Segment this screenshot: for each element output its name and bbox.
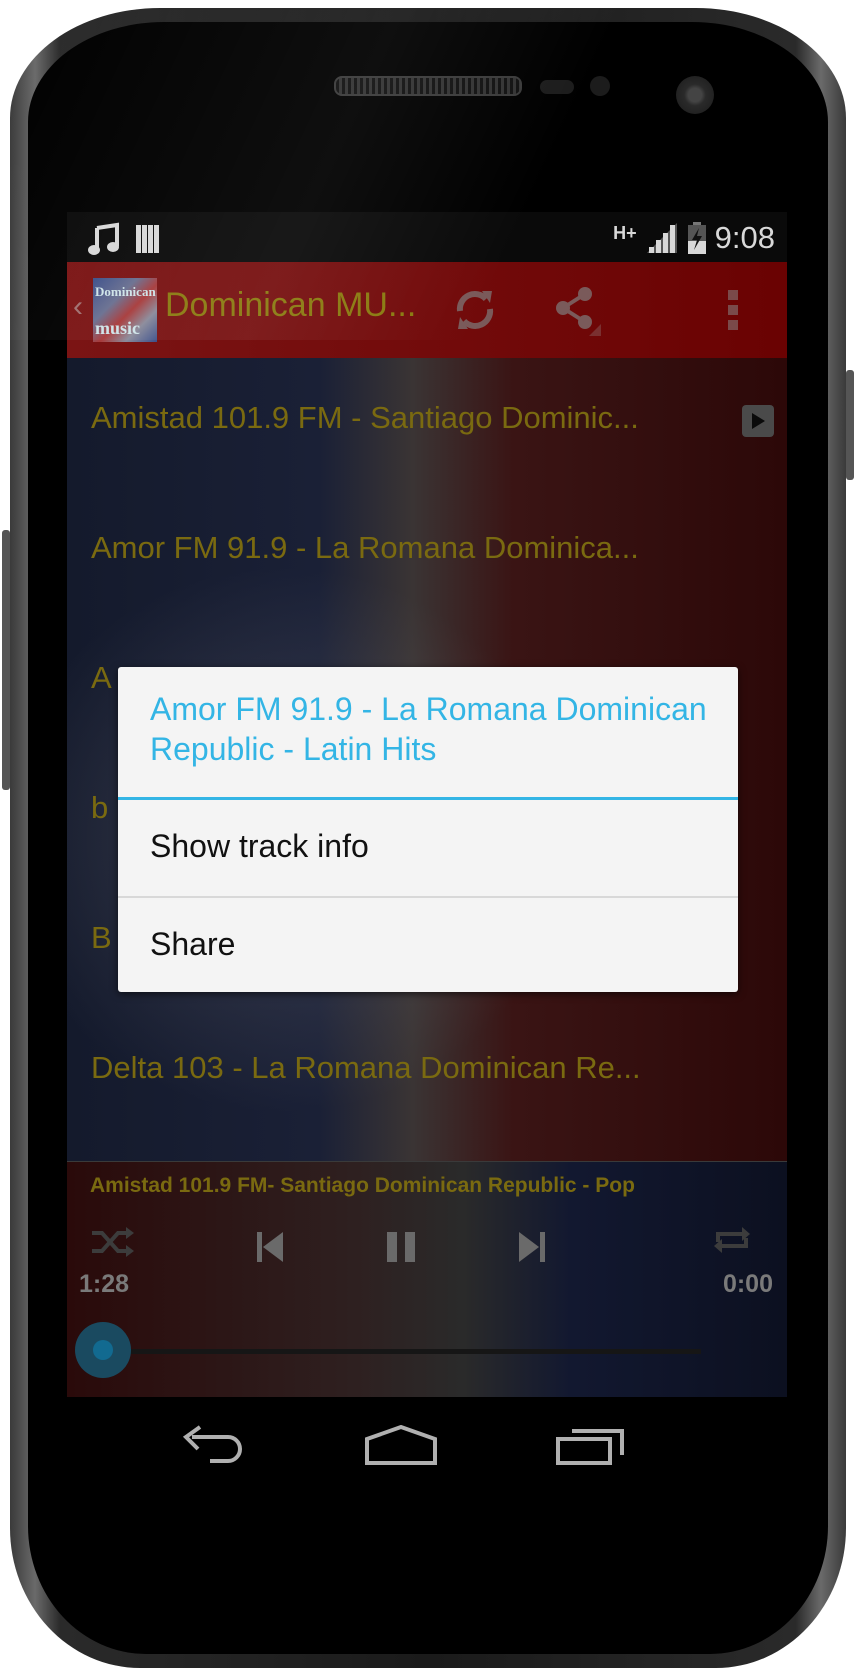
shuffle-button[interactable] bbox=[87, 1222, 137, 1262]
recent-apps-button[interactable] bbox=[551, 1419, 631, 1471]
volume-button bbox=[2, 530, 10, 790]
proximity-sensor bbox=[540, 80, 574, 94]
next-button[interactable] bbox=[509, 1224, 555, 1270]
power-button bbox=[846, 370, 854, 480]
light-sensor bbox=[590, 76, 610, 96]
station-name: Delta 103 - La Romana Dominican Re... bbox=[91, 1050, 641, 1085]
repeat-button[interactable] bbox=[707, 1220, 757, 1260]
app-logo[interactable]: Dominican music bbox=[93, 278, 157, 342]
station-name: Amor FM 91.9 - La Romana Dominica... bbox=[91, 530, 639, 565]
logo-text-bottom: music bbox=[95, 318, 140, 338]
barcode-icon bbox=[136, 225, 159, 253]
dialog-title: Amor FM 91.9 - La Romana Dominican Repub… bbox=[150, 691, 707, 767]
network-type-label: H+ bbox=[613, 222, 637, 243]
station-name: Amistad 101.9 FM - Santiago Dominic... bbox=[91, 400, 639, 435]
back-icon bbox=[182, 1425, 242, 1463]
list-item[interactable]: Delta 103 - La Romana Dominican Re... bbox=[67, 1008, 787, 1138]
play-icon bbox=[752, 413, 765, 429]
signal-strength-icon bbox=[646, 223, 677, 253]
battery-charging-icon bbox=[687, 222, 706, 254]
menu-item-label: Show track info bbox=[150, 828, 369, 864]
device-screen: H+ 9:08 ‹ Dominican music Dominican MU.. bbox=[67, 212, 787, 1493]
elapsed-time: 1:28 bbox=[79, 1270, 130, 1298]
previous-icon bbox=[257, 1232, 283, 1262]
shuffle-icon bbox=[92, 1227, 134, 1257]
music-note-icon bbox=[88, 222, 119, 255]
back-button[interactable] bbox=[173, 1419, 253, 1471]
share-icon bbox=[556, 287, 601, 336]
recent-apps-icon bbox=[556, 1429, 624, 1465]
seek-thumb[interactable] bbox=[75, 1322, 131, 1378]
context-menu-dialog: Amor FM 91.9 - La Romana Dominican Repub… bbox=[118, 667, 738, 992]
home-button[interactable] bbox=[361, 1419, 441, 1471]
overflow-menu-icon bbox=[728, 290, 738, 330]
action-bar: ‹ Dominican music Dominican MU... bbox=[67, 262, 787, 358]
pause-button[interactable] bbox=[376, 1224, 426, 1270]
next-icon bbox=[519, 1232, 545, 1262]
pause-icon bbox=[387, 1232, 415, 1262]
previous-button[interactable] bbox=[247, 1224, 293, 1270]
list-item[interactable]: Amistad 101.9 FM - Santiago Dominic... bbox=[67, 358, 787, 488]
seek-bar[interactable] bbox=[111, 1349, 701, 1354]
up-caret-icon[interactable]: ‹ bbox=[73, 290, 83, 324]
play-button[interactable] bbox=[742, 405, 774, 437]
front-camera bbox=[676, 76, 714, 114]
share-button[interactable] bbox=[551, 284, 603, 336]
overflow-menu-button[interactable] bbox=[707, 284, 759, 336]
earpiece-speaker bbox=[334, 76, 522, 96]
player-panel: Amistad 101.9 FM- Santiago Dominican Rep… bbox=[67, 1161, 787, 1398]
menu-item-share[interactable]: Share bbox=[118, 898, 738, 994]
clock: 9:08 bbox=[714, 220, 775, 255]
app-title: Dominican MU... bbox=[165, 286, 417, 324]
list-item[interactable]: Amor FM 91.9 - La Romana Dominica... bbox=[67, 488, 787, 618]
now-playing-title: Amistad 101.9 FM- Santiago Dominican Rep… bbox=[90, 1174, 635, 1197]
home-icon bbox=[365, 1425, 437, 1465]
refresh-button[interactable] bbox=[449, 284, 501, 336]
menu-item-label: Share bbox=[150, 926, 236, 962]
refresh-icon bbox=[456, 291, 494, 329]
navigation-bar bbox=[67, 1397, 787, 1493]
duration-time: 0:00 bbox=[722, 1270, 773, 1298]
menu-item-show-track-info[interactable]: Show track info bbox=[118, 800, 738, 896]
status-bar: H+ 9:08 bbox=[67, 212, 787, 262]
logo-text-top: Dominican bbox=[95, 284, 156, 299]
repeat-icon bbox=[714, 1227, 750, 1253]
